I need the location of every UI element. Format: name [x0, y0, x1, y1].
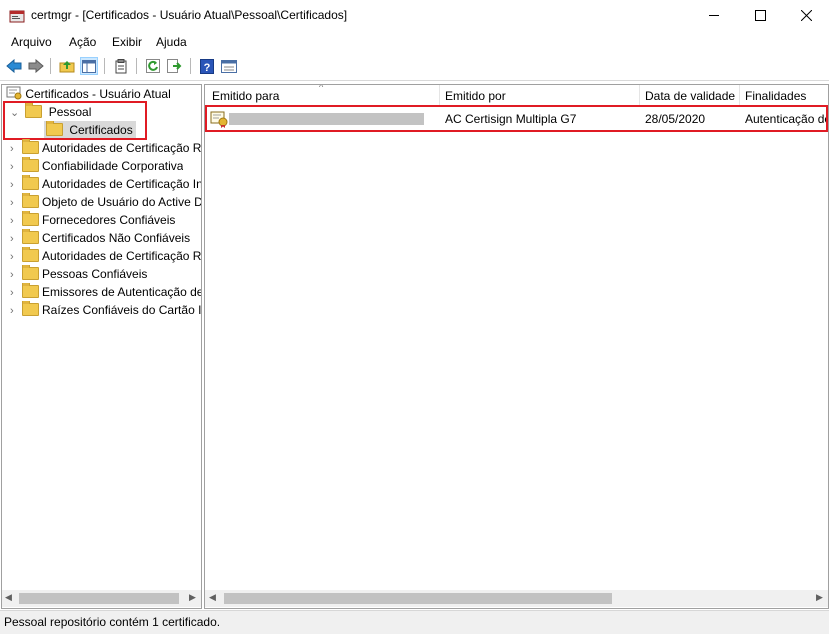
console-view-button[interactable] [220, 57, 238, 75]
close-button[interactable] [783, 0, 829, 31]
tree-item-store[interactable]: › Certificados Não Confiáveis [10, 229, 190, 247]
certmgr-app-icon[interactable] [9, 8, 25, 24]
folder-icon [22, 139, 39, 154]
tree-item-store[interactable]: › Confiabilidade Corporativa [10, 157, 183, 175]
menu-exibir[interactable]: Exibir [112, 35, 142, 49]
tree-item-label: Autoridades de Certificação Intermediári… [42, 177, 201, 191]
forward-icon [28, 59, 44, 73]
up-one-level-button[interactable] [58, 57, 76, 75]
chevron-right-icon[interactable]: › [10, 266, 18, 283]
tree-item-store[interactable]: › Emissores de Autenticação de Cliente [10, 283, 201, 301]
tree-item-label: Autoridades de Certificação Raiz de Terc… [42, 249, 202, 263]
column-emitido-para[interactable]: Emitido para [212, 87, 279, 105]
column-divider[interactable] [439, 85, 440, 106]
toolbar-separator [104, 58, 105, 74]
tree-item-label: Pessoas Confiáveis [42, 267, 148, 281]
results-pane[interactable]: ^ Emitido para Emitido por Data de valid… [204, 84, 829, 609]
chevron-right-icon[interactable]: › [10, 230, 18, 247]
column-divider[interactable] [639, 85, 640, 106]
column-data-de-validade[interactable]: Data de validade [645, 87, 735, 105]
scroll-left-icon[interactable]: ◀ [5, 592, 12, 603]
scroll-right-icon[interactable]: ▶ [816, 592, 823, 603]
help-button[interactable]: ? [198, 57, 216, 75]
maximize-icon [754, 10, 766, 21]
tree-item-label: Fornecedores Confiáveis [42, 213, 176, 227]
chevron-right-icon[interactable]: › [10, 140, 18, 157]
show-hide-console-tree-button[interactable] [80, 57, 98, 75]
status-text: Pessoal repositório contém 1 certificado… [4, 615, 221, 629]
tree-root-label: Certificados - Usuário Atual [25, 87, 171, 101]
export-list-icon [167, 59, 182, 73]
tree-item-label: Emissores de Autenticação de Cliente [42, 285, 201, 299]
chevron-right-icon[interactable]: › [10, 284, 18, 301]
svg-text:?: ? [204, 62, 211, 74]
tree-item-label: Certificados Não Confiáveis [42, 231, 191, 245]
tree-item-store[interactable]: › Fornecedores Confiáveis [10, 211, 175, 229]
folder-icon [22, 247, 39, 262]
certificate-store-icon [6, 86, 22, 100]
column-emitido-por[interactable]: Emitido por [445, 87, 506, 105]
folder-icon [22, 175, 39, 190]
export-list-button[interactable] [166, 57, 184, 75]
scrollbar-thumb[interactable] [19, 593, 179, 604]
properties-icon [115, 58, 127, 73]
maximize-button[interactable] [737, 0, 783, 31]
folder-icon [22, 157, 39, 172]
close-icon [800, 10, 812, 21]
folder-icon [22, 283, 39, 298]
highlight-box-tree [3, 101, 147, 140]
forward-button[interactable] [27, 57, 45, 75]
sort-ascending-icon: ^ [319, 84, 324, 92]
scroll-right-icon[interactable]: ▶ [189, 592, 196, 603]
up-folder-icon [59, 61, 75, 73]
folder-icon [22, 193, 39, 208]
tree-item-store[interactable]: › Raízes Confiáveis do Cartão Inteligente [10, 301, 202, 319]
toolbar-separator [50, 58, 51, 74]
console-tree-pane[interactable]: Certificados - Usuário Atual ⌄ Pessoal C… [1, 84, 202, 609]
refresh-icon [146, 59, 160, 73]
show-hide-tree-icon [82, 59, 96, 73]
folder-icon [22, 301, 39, 316]
chevron-right-icon[interactable]: › [10, 194, 18, 211]
folder-icon [22, 229, 39, 244]
column-divider[interactable] [739, 85, 740, 106]
folder-icon [22, 211, 39, 226]
menu-arquivo[interactable]: Arquivo [11, 35, 52, 49]
chevron-right-icon[interactable]: › [10, 212, 18, 229]
column-finalidades[interactable]: Finalidades [745, 87, 806, 105]
tree-item-label: Confiabilidade Corporativa [42, 159, 184, 173]
tree-item-store[interactable]: › Autoridades de Certificação Raiz de Ter… [10, 247, 202, 265]
tree-item-store[interactable]: › Autoridades de Certificação Raiz Confiá… [10, 139, 202, 157]
minimize-button[interactable] [691, 0, 737, 31]
console-icon [221, 59, 237, 73]
chevron-right-icon[interactable]: › [10, 158, 18, 175]
menu-ajuda[interactable]: Ajuda [156, 35, 187, 49]
menu-acao[interactable]: Ação [69, 35, 96, 49]
toolbar-separator [136, 58, 137, 74]
scroll-left-icon[interactable]: ◀ [209, 592, 216, 603]
chevron-right-icon[interactable]: › [10, 176, 18, 193]
back-button[interactable] [5, 57, 23, 75]
folder-icon [22, 265, 39, 280]
chevron-right-icon[interactable]: › [10, 302, 18, 319]
refresh-button[interactable] [144, 57, 162, 75]
tree-item-label: Raízes Confiáveis do Cartão Inteligente [42, 303, 202, 317]
tree-item-label: Autoridades de Certificação Raiz Confiáv… [42, 141, 202, 155]
toolbar-separator [190, 58, 191, 74]
scrollbar-thumb[interactable] [224, 593, 612, 604]
window-title: certmgr - [Certificados - Usuário Atual\… [31, 8, 348, 22]
minimize-icon [709, 15, 719, 16]
tree-item-store[interactable]: › Autoridades de Certificação Intermediár… [10, 175, 201, 193]
tree-item-store[interactable]: › Pessoas Confiáveis [10, 265, 147, 283]
properties-button[interactable] [112, 57, 130, 75]
tree-item-store[interactable]: › Objeto de Usuário do Active Directory [10, 193, 202, 211]
highlight-box-certificate-row [205, 105, 828, 132]
back-icon [6, 59, 22, 73]
chevron-right-icon[interactable]: › [10, 248, 18, 265]
tree-item-label: Objeto de Usuário do Active Directory [42, 195, 202, 209]
help-icon: ? [200, 58, 214, 74]
